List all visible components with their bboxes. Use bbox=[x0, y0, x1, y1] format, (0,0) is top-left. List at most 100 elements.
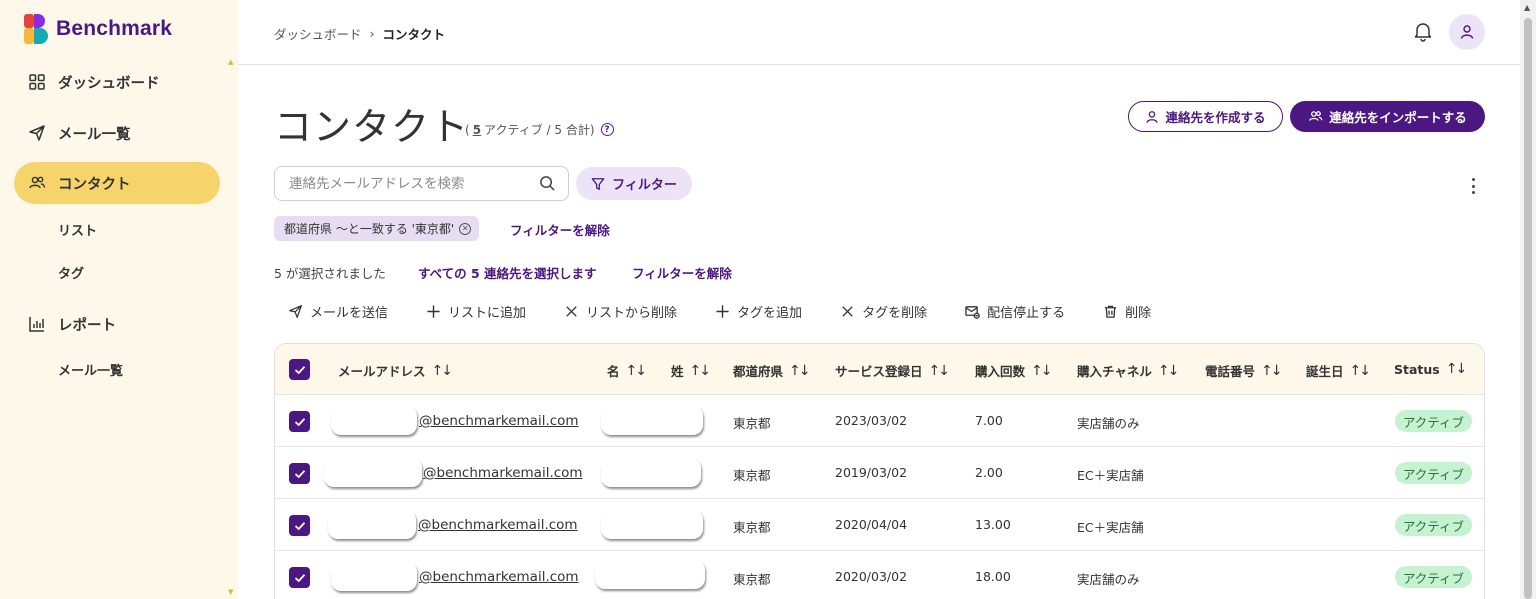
column-registration-date[interactable]: サービス登録日 ↑↓ bbox=[835, 361, 951, 380]
import-contacts-button[interactable]: 連絡先をインポートする bbox=[1290, 101, 1485, 132]
column-status[interactable]: Status ↑↓ bbox=[1394, 361, 1467, 377]
plus-icon bbox=[716, 305, 729, 318]
sidebar-subitem-tags[interactable]: タグ bbox=[58, 263, 84, 282]
sidebar-item-label: コンタクト bbox=[58, 176, 131, 193]
column-birthday[interactable]: 誕生日 ↑↓ bbox=[1306, 361, 1372, 380]
bulk-actions-bar: メールを送信 リストに追加 リストから削除 タグを追加 タグを削除 配信停止する… bbox=[288, 302, 1189, 321]
cell-registered: 2020/04/04 bbox=[835, 517, 908, 532]
breadcrumb-dashboard[interactable]: ダッシュボード bbox=[274, 24, 362, 43]
scroll-up-arrow-icon[interactable]: ▲ bbox=[1524, 3, 1530, 12]
table-row[interactable]: @benchmarkemail.com 東京都 2020/03/02 18.00… bbox=[275, 551, 1484, 599]
chart-icon bbox=[29, 317, 44, 332]
sort-icon: ↑↓ bbox=[928, 362, 951, 379]
search-icon[interactable] bbox=[539, 175, 556, 192]
sidebar-item-label: ダッシュボード bbox=[58, 75, 160, 92]
sort-icon: ↑↓ bbox=[689, 362, 712, 379]
selection-count: 5 が選択されました bbox=[274, 266, 386, 281]
redacted-name-mask bbox=[601, 510, 703, 539]
bell-icon[interactable] bbox=[1412, 20, 1434, 42]
sidebar-item-label: メール一覧 bbox=[58, 126, 131, 143]
sort-icon: ↑↓ bbox=[789, 362, 811, 379]
sidebar: Benchmark ▲ ダッシュボード メール一覧 コンタクト リスト タグ レ… bbox=[0, 0, 238, 599]
search-input[interactable] bbox=[289, 175, 539, 192]
cell-channel: EC＋実店舗 bbox=[1077, 468, 1144, 483]
sidebar-subitem-email-reports[interactable]: メール一覧 bbox=[58, 360, 123, 379]
redacted-email-mask bbox=[331, 406, 417, 435]
remove-filter-icon[interactable]: ✕ bbox=[459, 222, 472, 235]
column-phone[interactable]: 電話番号 ↑↓ bbox=[1205, 361, 1283, 380]
x-icon bbox=[566, 306, 577, 317]
search-box bbox=[274, 166, 569, 201]
email-link[interactable]: @benchmarkemail.com bbox=[423, 465, 583, 481]
sidebar-subitem-lists[interactable]: リスト bbox=[58, 220, 97, 239]
delete-action[interactable]: 削除 bbox=[1103, 302, 1151, 321]
more-options-icon[interactable] bbox=[1466, 176, 1480, 196]
select-all-link[interactable]: すべての 5 連絡先を選択します bbox=[418, 263, 597, 282]
filter-button[interactable]: フィルター bbox=[576, 167, 692, 200]
email-link[interactable]: @benchmarkemail.com bbox=[419, 569, 579, 585]
sidebar-scroll-down-icon[interactable]: ▼ bbox=[228, 588, 233, 596]
sort-icon: ↑↓ bbox=[1261, 362, 1283, 379]
active-count-link[interactable]: 5 bbox=[473, 123, 481, 137]
page-scrollbar[interactable]: ▲ bbox=[1520, 0, 1536, 599]
sidebar-scroll-up-icon[interactable]: ▲ bbox=[228, 58, 233, 66]
sidebar-item-dashboard[interactable]: ダッシュボード bbox=[14, 61, 220, 103]
add-tag-action[interactable]: タグを追加 bbox=[715, 302, 802, 321]
sort-icon: ↑↓ bbox=[1349, 362, 1372, 379]
row-checkbox[interactable] bbox=[289, 515, 310, 536]
redacted-name-mask bbox=[601, 458, 701, 487]
column-email[interactable]: メールアドレス ↑↓ bbox=[338, 361, 453, 380]
create-contact-button[interactable]: 連絡先を作成する bbox=[1128, 101, 1283, 132]
cell-purchases: 18.00 bbox=[975, 569, 1011, 584]
sidebar-item-reports[interactable]: レポート bbox=[14, 303, 220, 345]
column-last-name[interactable]: 姓 ↑↓ bbox=[671, 361, 712, 380]
column-prefecture[interactable]: 都道府県 ↑↓ bbox=[733, 361, 811, 380]
redacted-email-mask bbox=[328, 510, 416, 539]
status-badge: アクティブ bbox=[1395, 462, 1472, 484]
grid-icon bbox=[29, 74, 45, 90]
send-icon bbox=[29, 125, 45, 141]
unsubscribe-action[interactable]: 配信停止する bbox=[965, 302, 1065, 321]
remove-tag-action[interactable]: タグを削除 bbox=[840, 302, 927, 321]
cell-registered: 2019/03/02 bbox=[835, 465, 908, 480]
add-to-list-action[interactable]: リストに追加 bbox=[426, 302, 526, 321]
send-icon bbox=[289, 305, 302, 318]
table-row[interactable]: @benchmarkemail.com 東京都 2019/03/02 2.00 … bbox=[275, 447, 1484, 499]
remove-from-list-action[interactable]: リストから削除 bbox=[564, 302, 677, 321]
cell-purchases: 2.00 bbox=[975, 465, 1003, 480]
sidebar-item-contacts[interactable]: コンタクト bbox=[14, 162, 220, 204]
status-badge: アクティブ bbox=[1395, 514, 1472, 536]
table-row[interactable]: @benchmarkemail.com 東京都 2020/04/04 13.00… bbox=[275, 499, 1484, 551]
contacts-icon bbox=[1309, 111, 1323, 121]
column-purchase-channel[interactable]: 購入チャネル ↑↓ bbox=[1077, 361, 1179, 380]
checkmark-icon bbox=[294, 417, 305, 426]
cell-purchases: 13.00 bbox=[975, 517, 1011, 532]
cell-channel: EC＋実店舗 bbox=[1077, 520, 1144, 535]
cell-prefecture: 東京都 bbox=[733, 468, 771, 483]
email-link[interactable]: @benchmarkemail.com bbox=[418, 517, 578, 533]
clear-filter-link-2[interactable]: フィルターを解除 bbox=[632, 263, 732, 282]
column-first-name[interactable]: 名 ↑↓ bbox=[607, 361, 647, 380]
contact-count: (5 アクティブ / 5 合計) ? bbox=[465, 121, 614, 138]
user-icon bbox=[1147, 110, 1158, 123]
row-checkbox[interactable] bbox=[289, 411, 310, 432]
select-all-checkbox[interactable] bbox=[289, 359, 310, 380]
table-row[interactable]: @benchmarkemail.com 東京都 2023/03/02 7.00 … bbox=[275, 395, 1484, 447]
redacted-name-mask bbox=[595, 560, 705, 589]
email-link[interactable]: @benchmarkemail.com bbox=[419, 413, 579, 429]
trash-icon bbox=[1104, 305, 1117, 318]
sidebar-item-emails[interactable]: メール一覧 bbox=[14, 112, 220, 154]
sort-icon: ↑↓ bbox=[1031, 362, 1053, 379]
scrollbar-thumb[interactable] bbox=[1524, 18, 1532, 599]
send-email-action[interactable]: メールを送信 bbox=[288, 302, 388, 321]
row-checkbox[interactable] bbox=[289, 567, 310, 588]
contacts-table: メールアドレス ↑↓ 名 ↑↓ 姓 ↑↓ 都道府県 ↑↓ サービス登録日 ↑↓ 購入回数 ↑… bbox=[274, 343, 1485, 599]
row-checkbox[interactable] bbox=[289, 463, 310, 484]
user-avatar[interactable] bbox=[1449, 14, 1485, 50]
help-icon[interactable]: ? bbox=[600, 123, 614, 136]
cell-prefecture: 東京都 bbox=[733, 520, 771, 535]
status-badge: アクティブ bbox=[1395, 410, 1472, 432]
clear-filter-link[interactable]: フィルターを解除 bbox=[510, 220, 610, 239]
brand-logo[interactable]: Benchmark bbox=[24, 14, 172, 44]
column-purchase-count[interactable]: 購入回数 ↑↓ bbox=[975, 361, 1053, 380]
